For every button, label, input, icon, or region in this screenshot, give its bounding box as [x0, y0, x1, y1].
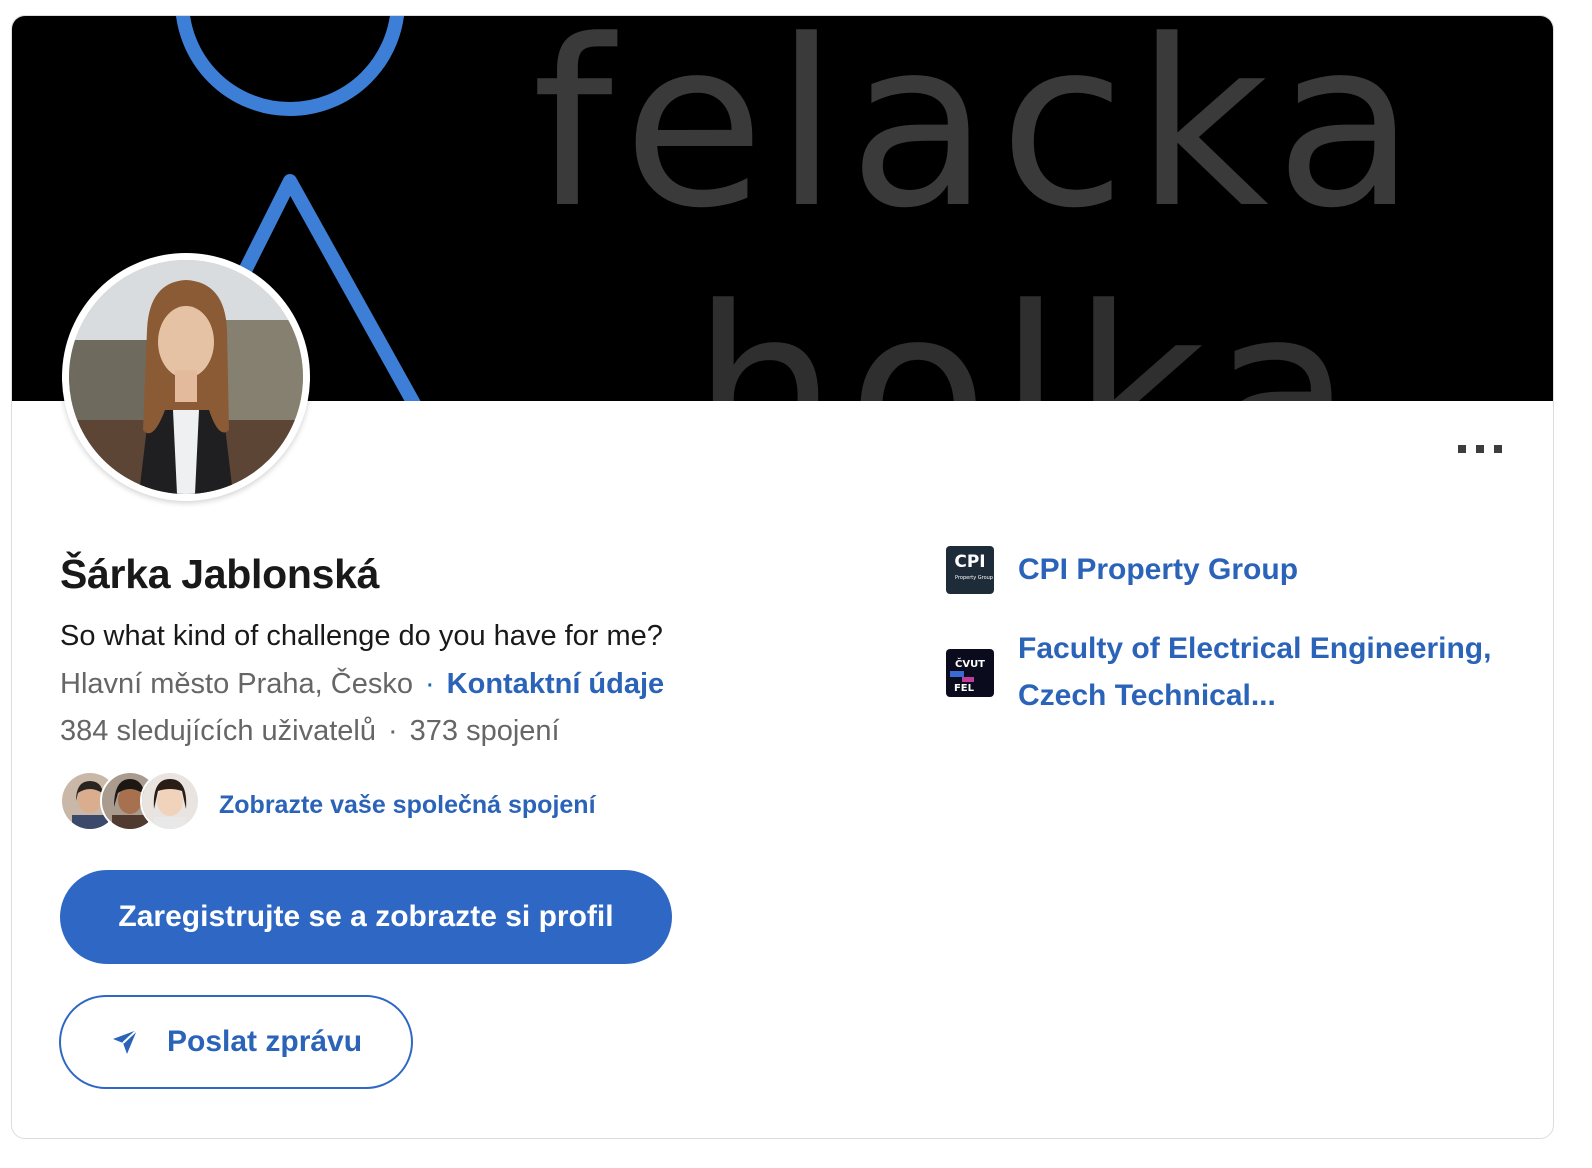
followers-count: 384 sledujících uživatelů — [60, 715, 376, 747]
svg-text:FEL: FEL — [954, 683, 975, 694]
more-options-button[interactable] — [1458, 436, 1502, 460]
more-horizontal-icon — [1458, 445, 1466, 453]
location-line: Hlavní město Praha, Česko · Kontaktní údaj… — [60, 668, 664, 701]
register-button[interactable]: Zaregistrujte se a zobrazte si profil — [60, 870, 672, 964]
cover-circle-shape — [175, 16, 405, 116]
paper-plane-icon — [113, 1029, 138, 1054]
svg-text:Property Group: Property Group — [955, 575, 993, 581]
contact-info-link[interactable]: Kontaktní údaje — [447, 668, 665, 700]
profile-headline: So what kind of challenge do you have fo… — [60, 620, 663, 652]
cover-text-line1: felacka — [532, 16, 1426, 259]
school-name: Faculty of Electrical Engineering, Czech… — [1018, 632, 1492, 712]
separator-dot: · — [387, 715, 398, 747]
separator-dot: · — [424, 668, 435, 700]
experience-item-cpi[interactable]: CPI Property Group CPI Property Group — [946, 546, 1498, 594]
experience-item-fel[interactable]: ČVUT FEL Faculty of Electrical Engineeri… — [946, 625, 1498, 719]
send-message-button[interactable]: Poslat zprávu — [59, 995, 413, 1089]
profile-name: Šárka Jablonská — [60, 551, 380, 597]
university-logo: ČVUT FEL — [946, 649, 994, 697]
svg-text:CPI: CPI — [954, 552, 985, 572]
profile-card: felacka holka Šárka Jablonská So what ki… — [11, 15, 1554, 1139]
mutual-avatar — [140, 771, 200, 831]
profile-photo[interactable] — [62, 253, 310, 501]
location-text: Hlavní město Praha, Česko — [60, 668, 413, 700]
mutual-connections-link[interactable]: Zobrazte vaše společná spojení — [219, 791, 596, 820]
svg-text:ČVUT: ČVUT — [955, 657, 985, 670]
send-message-label: Poslat zprávu — [167, 1025, 363, 1058]
company-name: CPI Property Group — [1018, 553, 1299, 586]
avatar — [69, 260, 303, 494]
company-logo: CPI Property Group — [946, 546, 994, 594]
connections-count: 373 spojení — [409, 715, 560, 747]
cover-text-line2: holka — [692, 259, 1362, 401]
stats-line: 384 sledujících uživatelů · 373 spojení — [60, 715, 560, 748]
